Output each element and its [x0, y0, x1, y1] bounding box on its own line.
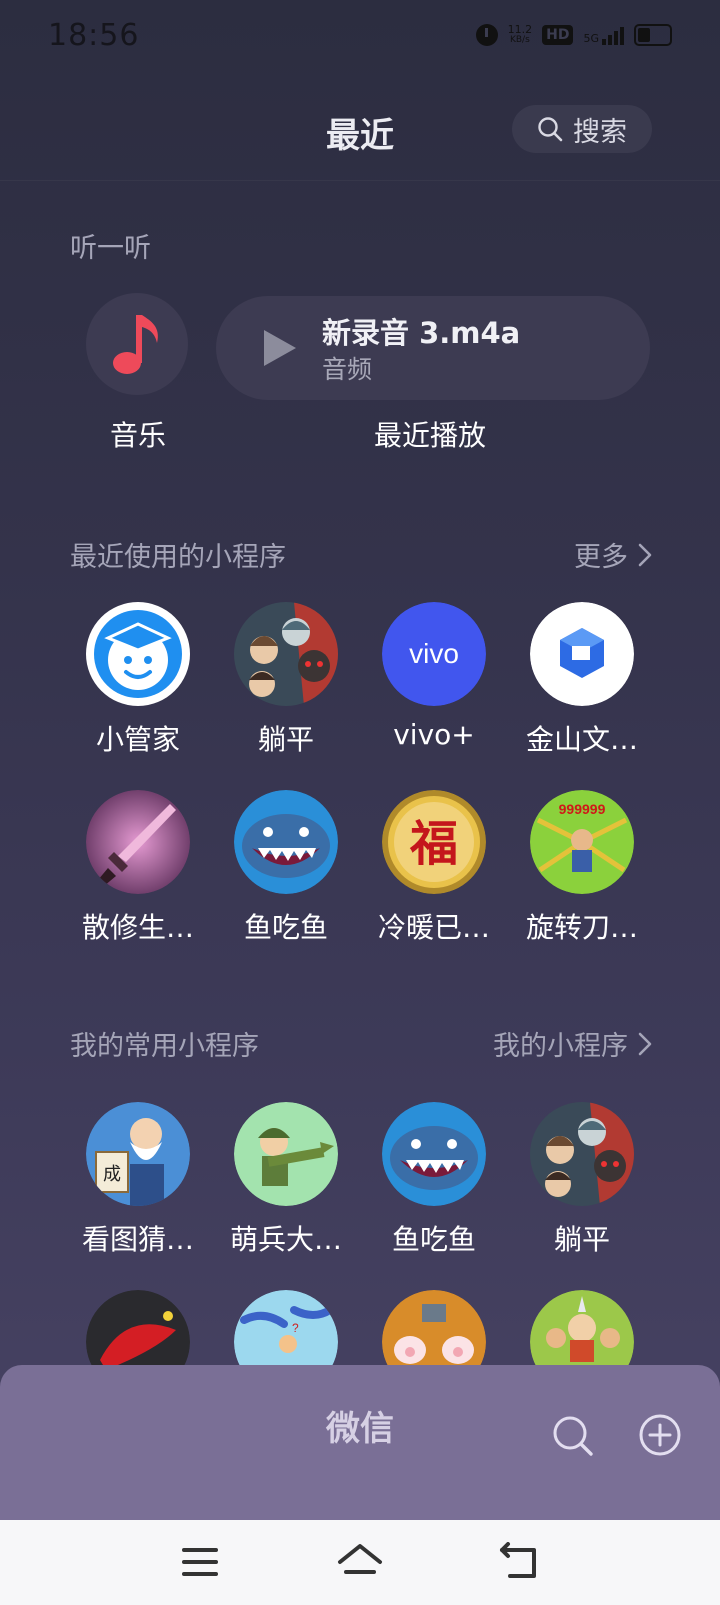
fu-coin-icon: 福: [382, 790, 486, 894]
app-yuchiyu-2[interactable]: 鱼吃鱼: [362, 1102, 510, 1290]
home-icon[interactable]: [336, 1542, 384, 1582]
my-apps-section-title: 我的常用小程序: [70, 1031, 259, 1062]
net-speed-unit: KB/s: [509, 35, 530, 45]
network-type: 5G: [583, 32, 599, 45]
more-label: 更多: [574, 542, 628, 573]
signal-icon: 5G: [583, 25, 624, 45]
battery-icon: [634, 24, 672, 46]
app-label: 冷暖已…: [377, 911, 490, 944]
play-icon: [264, 330, 296, 366]
recent-audio-card[interactable]: 新录音 3.m4a 音频: [216, 296, 650, 400]
app-kantu[interactable]: 成 看图猜…: [66, 1102, 214, 1290]
app-yuchiyu[interactable]: 鱼吃鱼: [214, 790, 362, 978]
app-mengbing[interactable]: 萌兵大…: [214, 1102, 362, 1290]
app-label: 躺平: [257, 723, 314, 756]
hd-badge: HD: [542, 25, 574, 45]
old-man-idiom-icon: 成: [86, 1102, 190, 1206]
menu-icon[interactable]: [180, 1542, 220, 1582]
wechat-bottom-bar[interactable]: 微信: [0, 1365, 720, 1525]
back-icon[interactable]: [498, 1542, 542, 1582]
add-icon[interactable]: [638, 1413, 682, 1457]
svg-text:?: ?: [292, 1321, 299, 1335]
app-label: 鱼吃鱼: [391, 1223, 476, 1256]
app-sanxiu[interactable]: 散修生…: [66, 790, 214, 978]
search-icon[interactable]: [552, 1415, 594, 1457]
kingsoft-docs-icon: [530, 602, 634, 706]
status-icons: 11.2 KB/s HD 5G: [475, 24, 672, 46]
shark-icon: [382, 1102, 486, 1206]
cartoon-family-icon: [234, 602, 338, 706]
svg-text:vivo: vivo: [409, 638, 459, 669]
system-nav-bar: [0, 1520, 720, 1605]
header: 最近 搜索: [0, 90, 720, 181]
app-xiaoguanjia[interactable]: 小管家: [66, 602, 214, 790]
app-lengnuan[interactable]: 福 冷暖已…: [362, 790, 510, 978]
wechat-title: 微信: [326, 1409, 394, 1449]
app-xuanzhuan[interactable]: 999999 旋转刀…: [510, 790, 658, 978]
app-label: 萌兵大…: [229, 1223, 342, 1256]
app-label: 金山文…: [525, 723, 638, 756]
search-label: 搜索: [573, 116, 627, 148]
chevron-right-icon: [638, 1032, 652, 1055]
status-bar: 18:56 11.2 KB/s HD 5G: [0, 0, 720, 80]
cartoon-family-icon: [530, 1102, 634, 1206]
recent-audio-subtitle: 音频: [322, 355, 373, 384]
robot-face-icon: [86, 602, 190, 706]
spinning-blade-game-icon: 999999: [530, 790, 634, 894]
recent-play-label: 最近播放: [373, 419, 486, 452]
app-tangping[interactable]: 躺平: [214, 602, 362, 790]
app-label: 散修生…: [81, 911, 194, 944]
recent-apps-grid: 小管家 躺平 vivo vivo+ 金山文… 散修生… 鱼吃鱼 福 冷暖已… 9…: [66, 602, 656, 978]
app-kingsoft-docs[interactable]: 金山文…: [510, 602, 658, 790]
svg-text:福: 福: [409, 816, 458, 872]
net-speed-value: 11.2: [507, 23, 533, 36]
search-icon: [538, 117, 563, 142]
app-label: 旋转刀…: [525, 911, 638, 944]
status-time: 18:56: [48, 18, 140, 53]
app-label: 小管家: [95, 723, 180, 756]
recent-apps-section-title: 最近使用的小程序: [70, 542, 286, 573]
app-label: 看图猜…: [81, 1223, 194, 1256]
listen-section-title: 听一听: [70, 233, 151, 264]
svg-text:成: 成: [103, 1164, 121, 1185]
app-tangping-2[interactable]: 躺平: [510, 1102, 658, 1290]
music-note-icon: [113, 315, 158, 374]
app-label: 躺平: [553, 1223, 610, 1256]
app-vivo-plus[interactable]: vivo vivo+: [362, 602, 510, 790]
shark-icon: [234, 790, 338, 894]
chevron-right-icon: [638, 543, 652, 566]
app-label: 鱼吃鱼: [243, 911, 328, 944]
vivo-logo-icon: vivo: [382, 602, 486, 706]
recent-audio-title: 新录音 3.m4a: [322, 316, 521, 350]
my-apps-more-link[interactable]: 我的小程序: [493, 1024, 652, 1063]
sword-icon: [86, 790, 190, 894]
my-apps-more-label: 我的小程序: [493, 1031, 628, 1062]
app-label: vivo+: [393, 718, 475, 751]
alarm-icon: [475, 24, 498, 46]
music-label: 音乐: [109, 419, 166, 452]
music-button[interactable]: [86, 293, 188, 395]
soldier-icon: [234, 1102, 338, 1206]
svg-text:999999: 999999: [559, 801, 606, 817]
search-button[interactable]: 搜索: [512, 105, 652, 153]
recent-apps-more-link[interactable]: 更多: [574, 535, 652, 574]
net-speed: 11.2 KB/s: [508, 24, 533, 46]
